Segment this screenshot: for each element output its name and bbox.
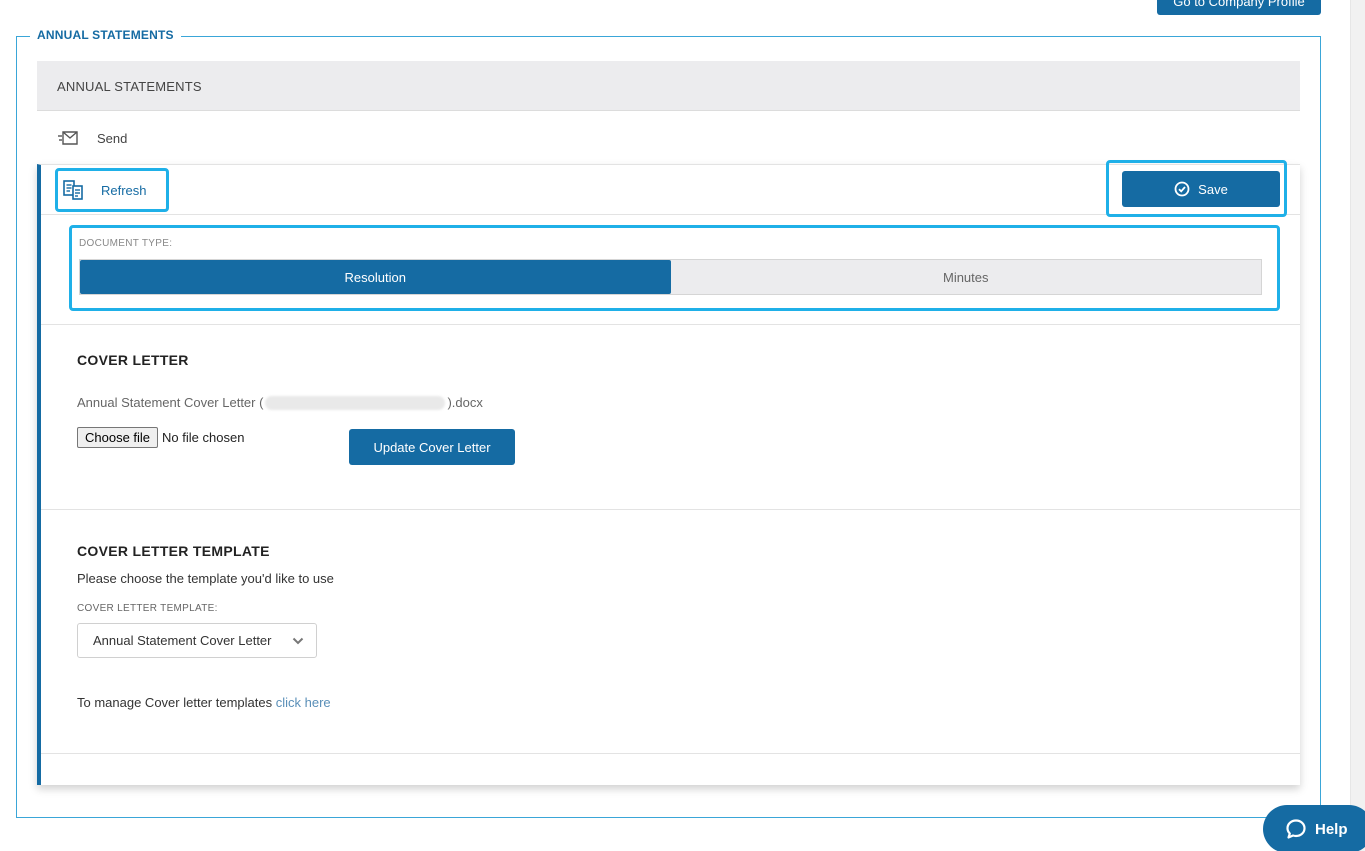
document-type-segmented-control: Resolution Minutes bbox=[79, 259, 1262, 295]
save-button[interactable]: Save bbox=[1122, 171, 1280, 207]
cover-letter-filename: Annual Statement Cover Letter ( ).docx bbox=[77, 395, 483, 410]
file-input[interactable]: Choose file No file chosen bbox=[77, 427, 244, 448]
annual-statements-tab-header[interactable]: ANNUAL STATEMENTS bbox=[37, 61, 1300, 111]
document-type-resolution[interactable]: Resolution bbox=[80, 260, 671, 294]
manage-templates-link[interactable]: click here bbox=[276, 695, 331, 710]
send-label: Send bbox=[97, 130, 128, 146]
document-type-minutes[interactable]: Minutes bbox=[671, 260, 1262, 294]
filename-prefix: Annual Statement Cover Letter ( bbox=[77, 395, 264, 410]
go-to-company-profile-button[interactable]: Go to Company Profile bbox=[1157, 0, 1321, 15]
refresh-button[interactable]: Refresh bbox=[55, 168, 169, 212]
template-description: Please choose the template you'd like to… bbox=[77, 571, 334, 586]
save-label: Save bbox=[1198, 181, 1228, 197]
annual-statement-panel: Refresh Save DOCUMENT TYPE: Resolution M… bbox=[37, 160, 1300, 785]
cover-letter-template-select[interactable]: Annual Statement Cover Letter bbox=[77, 623, 317, 658]
manage-templates-label: To manage Cover letter templates bbox=[77, 695, 276, 710]
envelope-send-icon bbox=[58, 131, 78, 145]
cover-letter-title: COVER LETTER bbox=[77, 352, 189, 368]
chat-bubble-icon bbox=[1286, 819, 1306, 839]
cover-letter-template-title: COVER LETTER TEMPLATE bbox=[77, 543, 270, 559]
cover-letter-section: COVER LETTER Annual Statement Cover Lett… bbox=[41, 324, 1300, 509]
send-action[interactable]: Send bbox=[57, 128, 127, 148]
check-circle-icon bbox=[1174, 181, 1190, 197]
fieldset-legend: ANNUAL STATEMENTS bbox=[30, 28, 181, 42]
redacted-filename-part bbox=[265, 395, 446, 410]
template-select-label: COVER LETTER TEMPLATE: bbox=[77, 603, 218, 614]
refresh-label: Refresh bbox=[101, 182, 147, 198]
document-type-group: DOCUMENT TYPE: Resolution Minutes bbox=[69, 225, 1280, 311]
filename-suffix: ).docx bbox=[447, 395, 483, 410]
template-selected-value: Annual Statement Cover Letter bbox=[93, 633, 272, 648]
help-button[interactable]: Help bbox=[1263, 805, 1365, 851]
no-file-chosen-text: No file chosen bbox=[162, 430, 245, 445]
cover-letter-template-section: COVER LETTER TEMPLATE Please choose the … bbox=[41, 509, 1300, 754]
refresh-document-icon bbox=[63, 180, 83, 200]
panel-toolbar: Refresh Save bbox=[41, 160, 1300, 217]
manage-templates-text: To manage Cover letter templates click h… bbox=[77, 695, 331, 710]
choose-file-button[interactable]: Choose file bbox=[77, 427, 159, 448]
document-type-label: DOCUMENT TYPE: bbox=[79, 238, 173, 249]
vertical-scrollbar[interactable] bbox=[1350, 0, 1365, 851]
help-label: Help bbox=[1315, 820, 1348, 838]
tab-header-title: ANNUAL STATEMENTS bbox=[57, 79, 202, 94]
update-cover-letter-button[interactable]: Update Cover Letter bbox=[349, 429, 515, 465]
chevron-down-icon bbox=[292, 637, 304, 645]
